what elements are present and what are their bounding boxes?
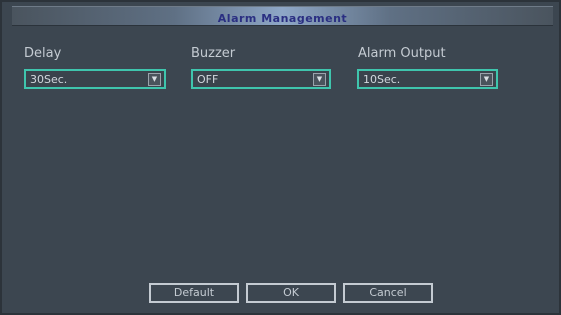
delay-select[interactable]: 30Sec. ▼ xyxy=(24,69,166,89)
title-bar: Alarm Management xyxy=(12,6,553,26)
delay-value: 30Sec. xyxy=(30,73,68,86)
cancel-button[interactable]: Cancel xyxy=(343,283,433,303)
buzzer-select[interactable]: OFF ▼ xyxy=(191,69,331,89)
alarm-output-select[interactable]: 10Sec. ▼ xyxy=(357,69,498,89)
ok-button[interactable]: OK xyxy=(246,283,336,303)
chevron-down-icon[interactable]: ▼ xyxy=(313,73,326,86)
chevron-down-icon[interactable]: ▼ xyxy=(148,73,161,86)
alarm-management-dialog: Alarm Management Delay 30Sec. ▼ Buzzer O… xyxy=(0,0,561,315)
chevron-down-icon[interactable]: ▼ xyxy=(480,73,493,86)
alarm-output-value: 10Sec. xyxy=(363,73,401,86)
buzzer-value: OFF xyxy=(197,73,219,86)
buzzer-label: Buzzer xyxy=(191,46,236,61)
dialog-title: Alarm Management xyxy=(217,12,348,25)
alarm-output-label: Alarm Output xyxy=(358,46,446,61)
delay-label: Delay xyxy=(24,46,62,61)
default-button[interactable]: Default xyxy=(149,283,239,303)
